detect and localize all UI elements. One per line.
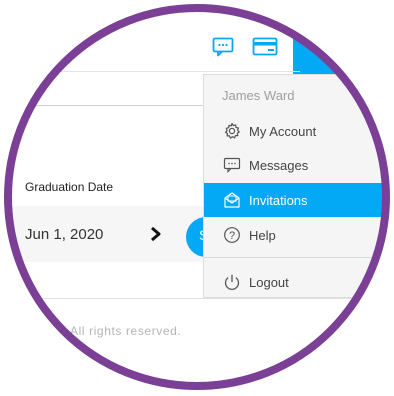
magnified-view: Graduation Date Jun 1, 2020 S All rights… [10, 10, 384, 384]
envelope-icon [223, 191, 241, 214]
menu-item-my-account[interactable]: My Account [204, 114, 384, 148]
gear-icon [223, 122, 241, 145]
chevron-right-icon[interactable] [150, 226, 162, 247]
menu-item-invitations[interactable]: Invitations [204, 183, 384, 217]
svg-text:?: ? [229, 230, 235, 242]
menu-item-logout[interactable]: Logout [204, 265, 384, 299]
menu-item-help[interactable]: ? Help [204, 218, 384, 252]
menu-item-label: Messages [249, 158, 309, 173]
power-icon [223, 273, 241, 296]
menu-item-label: Help [249, 228, 276, 243]
header-divider [10, 71, 300, 72]
menu-item-messages[interactable]: Messages [204, 148, 384, 182]
menu-item-label: Logout [249, 275, 289, 290]
chat-icon [223, 156, 241, 179]
menu-divider [204, 257, 384, 258]
menu-user-name: James Ward [222, 88, 295, 103]
graduation-date-value: Jun 1, 2020 [25, 226, 104, 243]
chat-icon[interactable] [212, 37, 234, 57]
help-icon: ? [223, 226, 241, 249]
user-dropdown-menu: James Ward My Account Messages Invitatio… [203, 74, 384, 298]
menu-item-label: My Account [249, 124, 317, 139]
menu-item-label: Invitations [249, 193, 308, 208]
credit-card-icon[interactable] [252, 37, 278, 57]
graduation-date-label: Graduation Date [25, 180, 114, 194]
footer-text: All rights reserved. [70, 324, 182, 338]
